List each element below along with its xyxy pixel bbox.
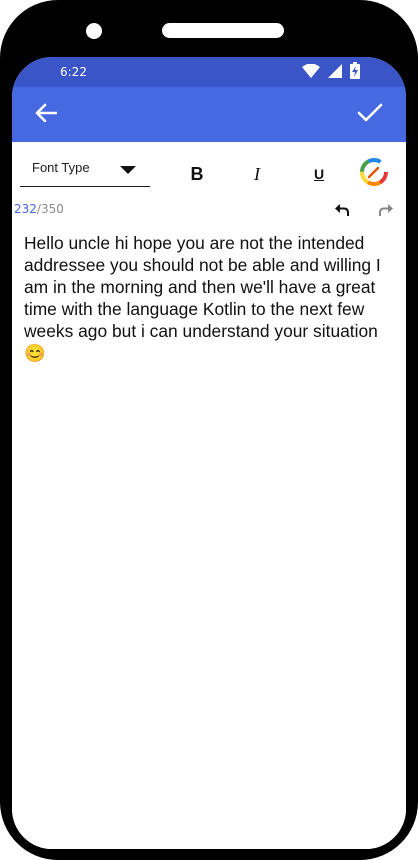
redo-icon xyxy=(378,202,394,221)
redo-button[interactable] xyxy=(372,198,400,224)
font-type-label: Font Type xyxy=(32,160,90,175)
format-toolbar: Font Type B I U xyxy=(12,142,406,198)
text-editor[interactable]: Hello uncle hi hope you are not the inte… xyxy=(12,224,406,849)
status-bar: 6:22 xyxy=(12,57,406,87)
text-color-button[interactable] xyxy=(356,156,392,192)
caret-down-icon xyxy=(120,166,136,174)
status-time: 6:22 xyxy=(60,65,87,79)
color-wheel-icon xyxy=(360,158,388,190)
earpiece-speaker xyxy=(162,23,284,38)
front-camera xyxy=(86,23,102,39)
wifi-icon xyxy=(302,63,320,82)
back-button[interactable] xyxy=(18,87,74,142)
phone-frame: 6:22 Font Type B I U 232/350 Hello uncle… xyxy=(0,0,418,860)
character-counter: 232/350 xyxy=(14,202,64,216)
battery-icon xyxy=(350,61,360,83)
italic-button[interactable]: I xyxy=(239,156,275,192)
underline-button[interactable]: U xyxy=(301,156,337,192)
editor-text[interactable]: Hello uncle hi hope you are not the inte… xyxy=(24,232,400,364)
counter-row: 232/350 xyxy=(12,198,406,225)
font-type-dropdown[interactable]: Font Type xyxy=(20,156,150,187)
arrow-left-icon xyxy=(35,103,58,127)
screen: 6:22 Font Type B I U 232/350 Hello uncle… xyxy=(12,57,406,849)
status-icons xyxy=(302,61,360,83)
check-icon xyxy=(357,103,383,127)
undo-button[interactable] xyxy=(328,198,356,224)
bold-button[interactable]: B xyxy=(179,156,215,192)
signal-icon xyxy=(328,63,342,82)
done-button[interactable] xyxy=(342,87,398,142)
counter-max: /350 xyxy=(36,202,64,216)
counter-current: 232 xyxy=(14,202,37,216)
undo-icon xyxy=(334,202,350,221)
app-bar xyxy=(12,87,406,142)
